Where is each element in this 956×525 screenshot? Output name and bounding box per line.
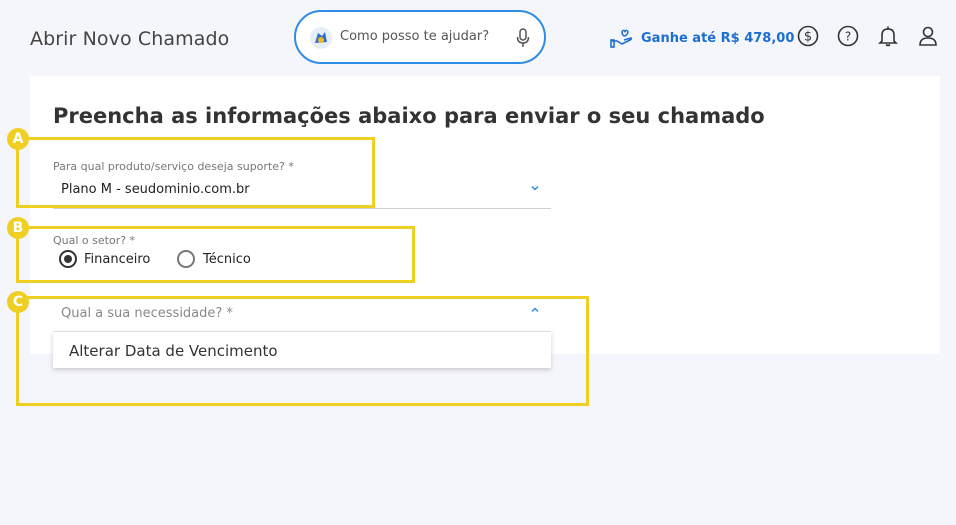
assistant-placeholder[interactable]: Como posso te ajudar? [340, 29, 489, 44]
assistant-avatar-icon [310, 27, 332, 49]
assistant-search-box[interactable]: Como posso te ajudar? [294, 10, 546, 64]
bell-icon[interactable] [877, 25, 899, 47]
highlight-box-b [16, 226, 415, 283]
svg-text:$: $ [804, 30, 812, 45]
microphone-icon[interactable] [516, 28, 530, 48]
dollar-icon[interactable]: $ [797, 25, 819, 47]
annotation-badge-a: A [7, 128, 29, 150]
help-icon[interactable]: ? [837, 25, 859, 47]
form-title: Preencha as informações abaixo para envi… [53, 104, 765, 128]
user-icon[interactable] [917, 25, 939, 47]
annotation-badge-b: B [7, 217, 29, 239]
svg-text:?: ? [845, 30, 851, 44]
gift-hand-icon [610, 29, 633, 48]
promo-text[interactable]: Ganhe até R$ 478,00 [641, 31, 794, 46]
chevron-down-icon[interactable] [530, 184, 540, 192]
highlight-box-c [16, 296, 589, 406]
page-title: Abrir Novo Chamado [30, 28, 230, 50]
highlight-box-a [16, 137, 375, 208]
promo-link[interactable]: Ganhe até R$ 478,00 [610, 26, 794, 50]
annotation-badge-c: C [7, 291, 29, 313]
top-header: Abrir Novo Chamado Como posso te ajudar?… [0, 0, 956, 76]
product-field-underline [53, 208, 551, 209]
